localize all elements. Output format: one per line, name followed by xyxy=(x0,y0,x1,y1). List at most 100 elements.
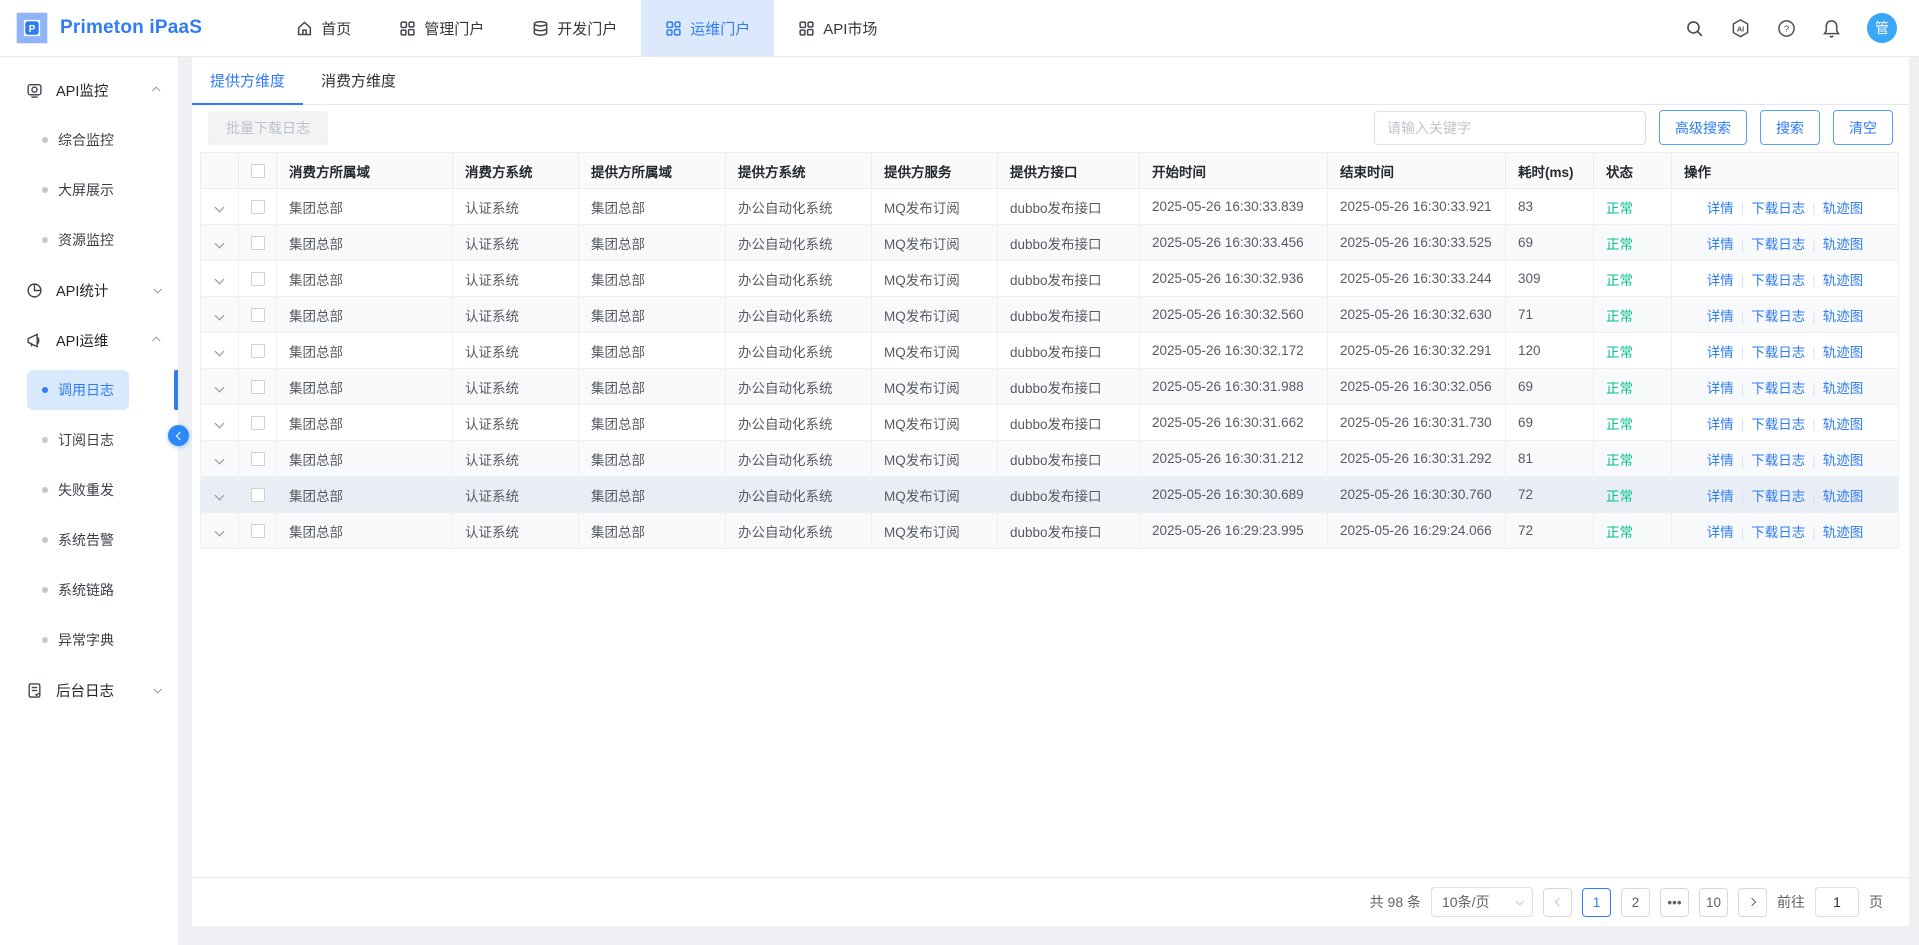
row-expand-icon[interactable] xyxy=(215,203,225,213)
tab-1[interactable]: 消费方维度 xyxy=(303,57,414,104)
row-expand-icon[interactable] xyxy=(215,491,225,501)
sidebar-collapse-button[interactable] xyxy=(168,425,189,446)
row-checkbox[interactable] xyxy=(251,272,265,286)
search-button[interactable]: 搜索 xyxy=(1760,110,1820,145)
table-row[interactable]: 集团总部认证系统集团总部办公自动化系统MQ发布订阅dubbo发布接口2025-0… xyxy=(201,441,1899,477)
row-expand-icon[interactable] xyxy=(215,383,225,393)
download-log-link[interactable]: 下载日志 xyxy=(1751,309,1805,324)
detail-link[interactable]: 详情 xyxy=(1707,417,1734,432)
detail-link[interactable]: 详情 xyxy=(1707,381,1734,396)
download-log-link[interactable]: 下载日志 xyxy=(1751,453,1805,468)
download-log-link[interactable]: 下载日志 xyxy=(1751,525,1805,540)
nav-item-1[interactable]: 管理门户 xyxy=(375,0,508,56)
keyword-input[interactable] xyxy=(1374,111,1646,145)
row-checkbox[interactable] xyxy=(251,524,265,538)
user-avatar[interactable]: 管 xyxy=(1867,13,1897,43)
table-row[interactable]: 集团总部认证系统集团总部办公自动化系统MQ发布订阅dubbo发布接口2025-0… xyxy=(201,477,1899,513)
sidebar-group-0[interactable]: API监控 xyxy=(0,65,178,115)
prev-page-button[interactable] xyxy=(1543,888,1572,917)
bell-icon[interactable] xyxy=(1822,19,1841,38)
trace-link[interactable]: 轨迹图 xyxy=(1823,489,1864,504)
detail-link[interactable]: 详情 xyxy=(1707,309,1734,324)
row-expand-icon[interactable] xyxy=(215,311,225,321)
table-row[interactable]: 集团总部认证系统集团总部办公自动化系统MQ发布订阅dubbo发布接口2025-0… xyxy=(201,405,1899,441)
page-button-10[interactable]: 10 xyxy=(1699,888,1728,917)
goto-page-input[interactable] xyxy=(1815,887,1859,917)
sidebar-group-1[interactable]: API统计 xyxy=(0,265,178,315)
row-checkbox[interactable] xyxy=(251,200,265,214)
sidebar-item[interactable]: 订阅日志 xyxy=(0,415,178,465)
trace-link[interactable]: 轨迹图 xyxy=(1823,525,1864,540)
sidebar-item[interactable]: 综合监控 xyxy=(0,115,178,165)
batch-download-button[interactable]: 批量下载日志 xyxy=(208,111,328,145)
trace-link[interactable]: 轨迹图 xyxy=(1823,201,1864,216)
trace-link[interactable]: 轨迹图 xyxy=(1823,453,1864,468)
download-log-link[interactable]: 下载日志 xyxy=(1751,417,1805,432)
trace-link[interactable]: 轨迹图 xyxy=(1823,381,1864,396)
row-expand-icon[interactable] xyxy=(215,419,225,429)
trace-link[interactable]: 轨迹图 xyxy=(1823,273,1864,288)
sidebar-item[interactable]: 系统链路 xyxy=(0,565,178,615)
row-checkbox[interactable] xyxy=(251,236,265,250)
table-row[interactable]: 集团总部认证系统集团总部办公自动化系统MQ发布订阅dubbo发布接口2025-0… xyxy=(201,261,1899,297)
download-log-link[interactable]: 下载日志 xyxy=(1751,237,1805,252)
download-log-link[interactable]: 下载日志 xyxy=(1751,273,1805,288)
sidebar-item[interactable]: 异常字典 xyxy=(0,615,178,665)
sidebar-group-2[interactable]: API运维 xyxy=(0,315,178,365)
download-log-link[interactable]: 下载日志 xyxy=(1751,201,1805,216)
detail-link[interactable]: 详情 xyxy=(1707,489,1734,504)
advanced-search-button[interactable]: 高级搜索 xyxy=(1659,110,1747,145)
nav-item-0[interactable]: 首页 xyxy=(272,0,375,56)
row-expand-icon[interactable] xyxy=(215,239,225,249)
page-size-select[interactable]: 10条/页 xyxy=(1431,887,1533,917)
download-log-link[interactable]: 下载日志 xyxy=(1751,381,1805,396)
sidebar-item[interactable]: 大屏展示 xyxy=(0,165,178,215)
sidebar-item[interactable]: 调用日志 xyxy=(0,365,178,415)
sidebar-item[interactable]: 失败重发 xyxy=(0,465,178,515)
detail-link[interactable]: 详情 xyxy=(1707,345,1734,360)
detail-link[interactable]: 详情 xyxy=(1707,525,1734,540)
trace-link[interactable]: 轨迹图 xyxy=(1823,417,1864,432)
detail-link[interactable]: 详情 xyxy=(1707,201,1734,216)
row-checkbox[interactable] xyxy=(251,308,265,322)
row-checkbox[interactable] xyxy=(251,452,265,466)
clear-button[interactable]: 清空 xyxy=(1833,110,1893,145)
row-expand-icon[interactable] xyxy=(215,527,225,537)
download-log-link[interactable]: 下载日志 xyxy=(1751,345,1805,360)
nav-item-4[interactable]: API市场 xyxy=(774,0,901,56)
ai-assistant-icon[interactable]: AI xyxy=(1730,18,1751,39)
nav-item-3[interactable]: 运维门户 xyxy=(641,0,774,56)
trace-link[interactable]: 轨迹图 xyxy=(1823,345,1864,360)
sidebar-group-3[interactable]: 后台日志 xyxy=(0,665,178,715)
search-icon[interactable] xyxy=(1685,19,1704,38)
help-icon[interactable]: ? xyxy=(1777,19,1796,38)
trace-link[interactable]: 轨迹图 xyxy=(1823,309,1864,324)
table-row[interactable]: 集团总部认证系统集团总部办公自动化系统MQ发布订阅dubbo发布接口2025-0… xyxy=(201,225,1899,261)
row-checkbox[interactable] xyxy=(251,488,265,502)
trace-link[interactable]: 轨迹图 xyxy=(1823,237,1864,252)
table-row[interactable]: 集团总部认证系统集团总部办公自动化系统MQ发布订阅dubbo发布接口2025-0… xyxy=(201,333,1899,369)
page-button-2[interactable]: 2 xyxy=(1621,888,1650,917)
sidebar-item[interactable]: 资源监控 xyxy=(0,215,178,265)
row-expand-icon[interactable] xyxy=(215,455,225,465)
row-checkbox[interactable] xyxy=(251,416,265,430)
table-row[interactable]: 集团总部认证系统集团总部办公自动化系统MQ发布订阅dubbo发布接口2025-0… xyxy=(201,297,1899,333)
row-expand-icon[interactable] xyxy=(215,275,225,285)
page-button-1[interactable]: 1 xyxy=(1582,888,1611,917)
next-page-button[interactable] xyxy=(1738,888,1767,917)
detail-link[interactable]: 详情 xyxy=(1707,273,1734,288)
detail-link[interactable]: 详情 xyxy=(1707,453,1734,468)
table-row[interactable]: 集团总部认证系统集团总部办公自动化系统MQ发布订阅dubbo发布接口2025-0… xyxy=(201,513,1899,549)
select-all-checkbox[interactable] xyxy=(251,164,265,178)
row-expand-icon[interactable] xyxy=(215,347,225,357)
page-ellipsis[interactable]: ••• xyxy=(1660,888,1689,917)
row-checkbox[interactable] xyxy=(251,344,265,358)
table-row[interactable]: 集团总部认证系统集团总部办公自动化系统MQ发布订阅dubbo发布接口2025-0… xyxy=(201,369,1899,405)
detail-link[interactable]: 详情 xyxy=(1707,237,1734,252)
row-checkbox[interactable] xyxy=(251,380,265,394)
tab-0[interactable]: 提供方维度 xyxy=(192,57,303,104)
download-log-link[interactable]: 下载日志 xyxy=(1751,489,1805,504)
sidebar-item[interactable]: 系统告警 xyxy=(0,515,178,565)
nav-item-2[interactable]: 开发门户 xyxy=(508,0,641,56)
table-row[interactable]: 集团总部认证系统集团总部办公自动化系统MQ发布订阅dubbo发布接口2025-0… xyxy=(201,189,1899,225)
